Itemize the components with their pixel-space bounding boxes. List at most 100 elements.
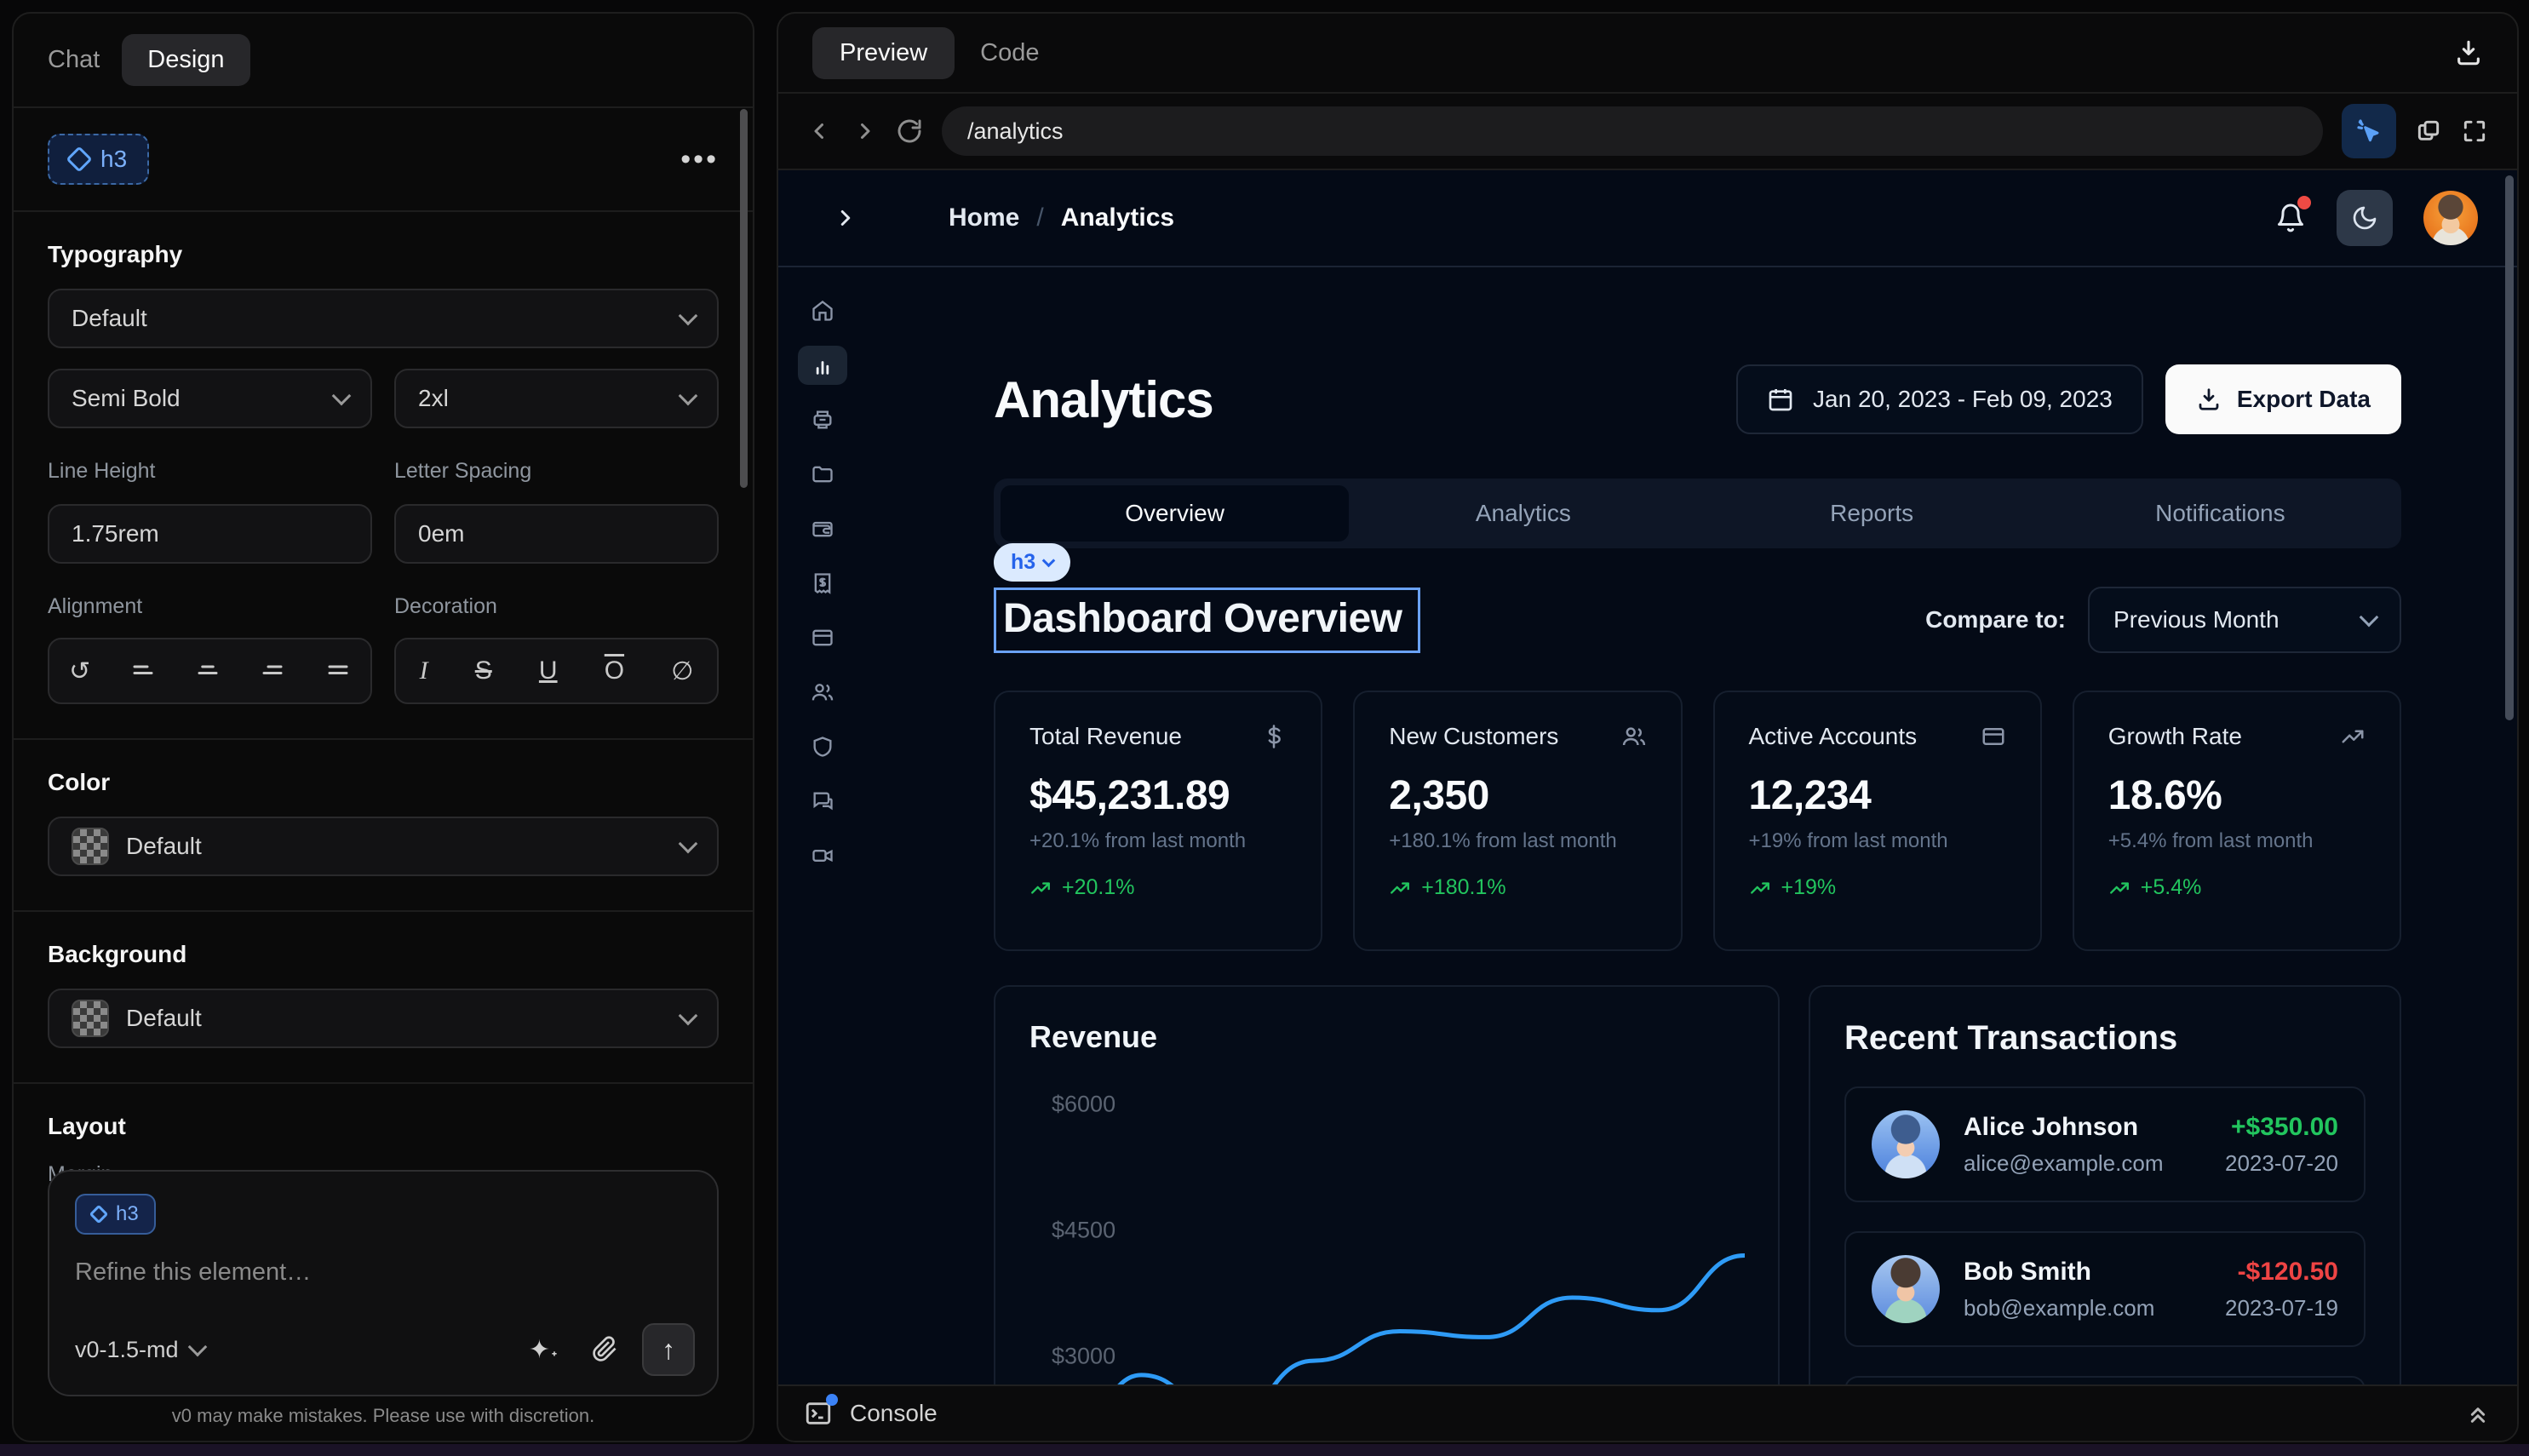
design-select-mode-button[interactable] [2342, 104, 2396, 158]
italic-icon[interactable]: I [420, 656, 428, 685]
tab-analytics[interactable]: Analytics [1349, 485, 1697, 542]
breadcrumb: Home / Analytics [949, 203, 1174, 232]
rail-wallet[interactable] [798, 509, 847, 548]
refresh-icon[interactable] [896, 118, 923, 145]
revenue-chart-title: Revenue [1029, 1019, 1744, 1055]
copy-icon[interactable] [2415, 118, 2442, 145]
selection-outline[interactable]: Dashboard Overview [994, 588, 1420, 653]
refine-chat-box[interactable]: h3 Refine this element… v0-1.5-md ✦˖ ↑ [48, 1170, 719, 1396]
chevron-down-icon [1042, 554, 1056, 568]
align-right-icon[interactable] [260, 658, 285, 684]
chat-input-placeholder[interactable]: Refine this element… [75, 1258, 691, 1287]
font-size-select[interactable]: 2xl [394, 369, 719, 428]
selected-element-tag-label: h3 [1011, 550, 1035, 575]
line-height-label: Line Height [48, 459, 372, 484]
tab-notifications[interactable]: Notifications [2046, 485, 2394, 542]
fullscreen-icon[interactable] [2461, 118, 2488, 145]
breadcrumb-home[interactable]: Home [949, 203, 1019, 232]
paperclip-icon[interactable] [591, 1336, 618, 1363]
stat-card-active-accounts[interactable]: Active Accounts 12,234 +19% from last mo… [1713, 691, 2042, 951]
background-section-title: Background [48, 941, 719, 968]
revenue-line-chart [1029, 1077, 1745, 1384]
chevron-down-icon [679, 307, 698, 326]
transaction-name: Bob Smith [1964, 1258, 2154, 1287]
sidebar-tabs: Chat Design [14, 14, 753, 106]
export-label: Export Data [2237, 386, 2371, 413]
preview-scrollbar[interactable] [2505, 175, 2514, 720]
letter-spacing-label: Letter Spacing [394, 459, 719, 484]
font-family-value: Default [72, 305, 147, 332]
stat-subtext: +20.1% from last month [1029, 829, 1287, 853]
rail-analytics[interactable] [798, 346, 847, 385]
users-icon [1621, 724, 1647, 749]
tab-code[interactable]: Code [980, 39, 1039, 67]
font-size-value: 2xl [418, 385, 449, 412]
tab-design[interactable]: Design [122, 34, 249, 86]
color-section-title: Color [48, 769, 719, 796]
chat-element-chip[interactable]: h3 [75, 1194, 156, 1235]
sidebar-scrollbar[interactable] [740, 109, 748, 488]
sparkles-icon[interactable]: ✦˖ [529, 1335, 559, 1365]
tab-preview[interactable]: Preview [812, 27, 955, 79]
transaction-email: alice@example.com [1964, 1150, 2163, 1177]
rail-receipts[interactable] [798, 564, 847, 603]
rail-cards[interactable] [798, 618, 847, 657]
letter-spacing-input[interactable]: 0em [394, 504, 719, 564]
no-decoration-icon[interactable]: ∅ [671, 656, 693, 686]
background-select[interactable]: Default [48, 989, 719, 1048]
stat-card-total-revenue[interactable]: Total Revenue $45,231.89 +20.1% from las… [994, 691, 1322, 951]
reset-alignment-icon[interactable]: ↺ [69, 656, 90, 686]
rail-users[interactable] [798, 673, 847, 712]
transaction-row[interactable]: Bob Smith bob@example.com -$120.50 2023-… [1844, 1231, 2366, 1347]
rail-security[interactable] [798, 727, 847, 766]
forward-icon[interactable] [852, 118, 877, 144]
underline-icon[interactable]: U [539, 656, 558, 685]
chevrons-up-icon[interactable] [2464, 1400, 2492, 1427]
url-input[interactable]: /analytics [942, 106, 2323, 156]
app-top-nav: Home / Analytics [778, 170, 2517, 267]
font-family-select[interactable]: Default [48, 289, 719, 348]
decoration-label: Decoration [394, 594, 719, 619]
send-button[interactable]: ↑ [642, 1323, 695, 1376]
element-menu-button[interactable]: ••• [680, 143, 719, 176]
notification-dot [2297, 196, 2311, 209]
rail-files[interactable] [798, 455, 847, 494]
color-select[interactable]: Default [48, 817, 719, 876]
rail-home[interactable] [798, 291, 847, 330]
selected-element-badge[interactable]: h3 [48, 134, 149, 185]
align-justify-icon[interactable] [325, 658, 351, 684]
stat-card-growth-rate[interactable]: Growth Rate 18.6% +5.4% from last month … [2073, 691, 2401, 951]
user-avatar[interactable] [2423, 191, 2478, 245]
element-diamond-icon [66, 146, 92, 172]
dashboard-tabs: Overview Analytics Reports Notifications [994, 479, 2401, 548]
line-height-input[interactable]: 1.75rem [48, 504, 372, 564]
strikethrough-icon[interactable]: S [475, 656, 492, 685]
sidebar-expand-icon[interactable] [833, 205, 858, 231]
download-icon[interactable] [2454, 38, 2483, 67]
stat-card-new-customers[interactable]: New Customers 2,350 +180.1% from last mo… [1353, 691, 1682, 951]
model-select[interactable]: v0-1.5-md [75, 1337, 204, 1363]
date-range-button[interactable]: Jan 20, 2023 - Feb 09, 2023 [1736, 364, 2143, 434]
notifications-bell-icon[interactable] [2275, 203, 2306, 233]
align-center-icon[interactable] [195, 658, 221, 684]
font-weight-select[interactable]: Semi Bold [48, 369, 372, 428]
tab-overview[interactable]: Overview [1001, 485, 1349, 542]
overline-icon[interactable]: O [605, 656, 624, 685]
section-title: Dashboard Overview [1003, 595, 1402, 642]
tab-chat[interactable]: Chat [48, 46, 100, 74]
export-data-button[interactable]: Export Data [2165, 364, 2401, 434]
theme-toggle-button[interactable] [2337, 190, 2393, 246]
rail-video[interactable] [798, 836, 847, 875]
rail-fax[interactable] [798, 400, 847, 439]
back-icon[interactable] [807, 118, 833, 144]
compare-select[interactable]: Previous Month [2088, 587, 2401, 653]
alignment-label: Alignment [48, 594, 372, 619]
tab-reports[interactable]: Reports [1698, 485, 2046, 542]
console-bar[interactable]: Console [778, 1384, 2517, 1441]
trending-up-icon [2108, 877, 2130, 899]
align-left-icon[interactable] [130, 658, 156, 684]
selected-element-tag[interactable]: h3 [994, 543, 1070, 582]
console-label: Console [850, 1400, 938, 1427]
rail-messages[interactable] [798, 782, 847, 821]
transaction-row[interactable]: Alice Johnson alice@example.com +$350.00… [1844, 1086, 2366, 1202]
